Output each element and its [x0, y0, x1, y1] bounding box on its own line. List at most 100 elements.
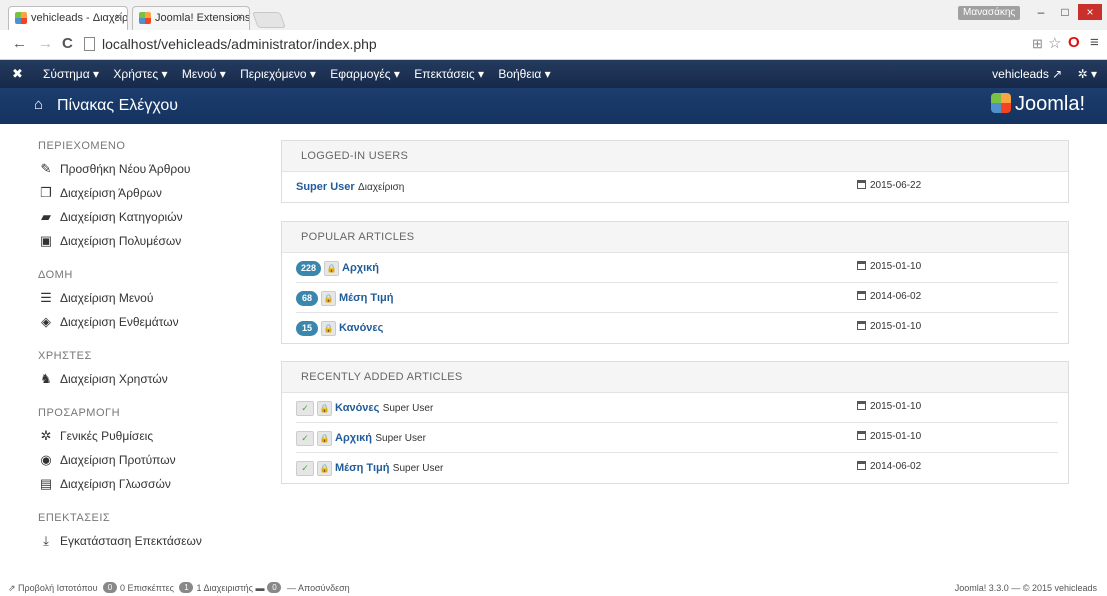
- sidebar-item-label: Διαχείριση Άρθρων: [60, 186, 162, 200]
- sidebar-item-articles[interactable]: ❐ Διαχείριση Άρθρων: [38, 184, 268, 208]
- sidebar: ΠΕΡΙΕΧΟΜΕΝΟ ✎ Προσθήκη Νέου Άρθρου ❐ Διαχε…: [38, 140, 268, 556]
- article-author: Super User: [392, 463, 444, 474]
- sidebar-item-menus[interactable]: ☰ Διαχείριση Μενού: [38, 289, 268, 313]
- article-link[interactable]: Κανόνες: [335, 402, 379, 414]
- tab-close-icon[interactable]: ×: [237, 7, 243, 29]
- published-check-icon[interactable]: ✓: [296, 401, 314, 416]
- bookmark-star-icon[interactable]: ☆: [1048, 34, 1061, 52]
- user-link[interactable]: Super User: [296, 181, 355, 193]
- joomla-favicon-icon: [15, 12, 27, 24]
- sidebar-item-label: Προσθήκη Νέου Άρθρου: [60, 162, 191, 176]
- menu-system[interactable]: Σύστημα ▾: [43, 67, 99, 81]
- article-link[interactable]: Κανόνες: [339, 322, 383, 334]
- joomla-brand-logo: Joomla!: [990, 93, 1085, 116]
- pencil-icon: ✎: [40, 161, 52, 176]
- admin-top-menu: ✖ Σύστημα ▾ Χρήστες ▾ Μενού ▾ Περιεχόμεν…: [0, 60, 1107, 88]
- date-cell: 2015-01-10: [857, 321, 921, 332]
- sidebar-item-label: Διαχείριση Προτύπων: [60, 453, 176, 467]
- maximize-button[interactable]: □: [1054, 4, 1076, 20]
- sidebar-section-title: ΕΠΕΚΤΑΣΕΙΣ: [38, 512, 111, 524]
- date-cell: 2015-01-10: [857, 431, 921, 442]
- date-cell: 2014-06-02: [857, 461, 921, 472]
- article-cell: ✓ 🔒 Κανόνες Super User: [296, 400, 433, 416]
- lock-icon: 🔒: [324, 261, 340, 276]
- new-tab-button[interactable]: [252, 12, 286, 28]
- sidebar-item-install-extensions[interactable]: ⤓ Εγκατάσταση Επεκτάσεων: [38, 532, 268, 556]
- calendar-icon: [857, 431, 866, 440]
- panel-title: POPULAR ARTICLES: [282, 222, 1068, 253]
- menu-content[interactable]: Περιεχόμενο ▾: [240, 67, 316, 81]
- sidebar-item-languages[interactable]: ▤ Διαχείριση Γλωσσών: [38, 475, 268, 499]
- date-cell: 2015-01-10: [857, 401, 921, 412]
- menu-help[interactable]: Βοήθεια ▾: [498, 67, 550, 81]
- sidebar-item-categories[interactable]: ▰ Διαχείριση Κατηγοριών: [38, 208, 268, 232]
- table-row: ✓ 🔒 Μέση Τιμή Super User 2014-06-02: [296, 453, 1058, 483]
- menu-users[interactable]: Χρήστες ▾: [113, 67, 167, 81]
- popular-articles-panel: POPULAR ARTICLES 228 🔒 Αρχική 2015-01-10 6…: [281, 221, 1069, 344]
- table-row: 228 🔒 Αρχική 2015-01-10: [296, 253, 1058, 283]
- sidebar-item-global-config[interactable]: ✲ Γενικές Ρυθμίσεις: [38, 427, 268, 451]
- joomla-logo-icon[interactable]: ✖: [12, 66, 23, 82]
- back-button[interactable]: ←: [12, 35, 27, 52]
- sidebar-item-label: Διαχείριση Χρηστών: [60, 372, 168, 386]
- table-row: 68 🔒 Μέση Τιμή 2014-06-02: [296, 283, 1058, 313]
- table-row: ✓ 🔒 Κανόνες Super User 2015-01-10: [296, 393, 1058, 423]
- article-cell: 68 🔒 Μέση Τιμή: [296, 290, 393, 306]
- browser-tab-extensions[interactable]: Joomla! Extensions Direct ×: [132, 6, 250, 30]
- sidebar-item-label: Διαχείριση Κατηγοριών: [60, 210, 183, 224]
- date-value: 2015-01-10: [870, 401, 922, 412]
- article-link[interactable]: Αρχική: [342, 262, 379, 274]
- reload-button[interactable]: C: [62, 35, 73, 52]
- recent-articles-panel: RECENTLY ADDED ARTICLES ✓ 🔒 Κανόνες Super …: [281, 361, 1069, 484]
- sidebar-item-modules[interactable]: ◈ Διαχείριση Ενθεμάτων: [38, 313, 268, 337]
- logout-link[interactable]: — Αποσύνδεση: [287, 583, 350, 593]
- published-check-icon[interactable]: ✓: [296, 431, 314, 446]
- calendar-icon: [857, 291, 866, 300]
- date-cell: 2015-06-22: [857, 180, 921, 191]
- page-icon: [84, 37, 95, 51]
- sidebar-item-users[interactable]: ♞ Διαχείριση Χρηστών: [38, 370, 268, 394]
- calendar-icon: [857, 180, 866, 189]
- menu-components[interactable]: Εφαρμογές ▾: [330, 67, 400, 81]
- sidebar-item-media[interactable]: ▣ Διαχείριση Πολυμέσων: [38, 232, 268, 256]
- browser-user-badge[interactable]: Μανασάκης: [958, 6, 1021, 20]
- menu-extensions[interactable]: Επεκτάσεις ▾: [414, 67, 484, 81]
- url-field[interactable]: localhost/vehicleads/administrator/index…: [84, 34, 1024, 54]
- menu-menus[interactable]: Μενού ▾: [182, 67, 226, 81]
- translate-icon[interactable]: ⊞: [1032, 36, 1043, 52]
- messages-icon: ▬: [255, 583, 265, 593]
- site-link[interactable]: vehicleads ↗: [992, 67, 1062, 81]
- calendar-icon: [857, 321, 866, 330]
- browser-tab-admin[interactable]: vehicleads - Διαχείριση - | ×: [8, 6, 128, 30]
- article-link[interactable]: Μέση Τιμή: [339, 292, 393, 304]
- brand-name: Joomla!: [1014, 93, 1085, 115]
- date-cell: 2014-06-02: [857, 291, 921, 302]
- opera-icon[interactable]: O: [1068, 34, 1080, 51]
- lock-icon: 🔒: [317, 401, 332, 416]
- article-link[interactable]: Μέση Τιμή: [335, 462, 389, 474]
- home-icon: ⌂: [34, 96, 44, 113]
- sidebar-section-title: ΔΟΜΗ: [38, 269, 73, 281]
- sidebar-item-templates[interactable]: ◉ Διαχείριση Προτύπων: [38, 451, 268, 475]
- gear-icon: ✲: [40, 428, 52, 443]
- published-check-icon[interactable]: ✓: [296, 461, 314, 476]
- forward-button[interactable]: →: [38, 35, 53, 52]
- calendar-icon: [857, 461, 866, 470]
- panel-title: RECENTLY ADDED ARTICLES: [282, 362, 1068, 393]
- calendar-icon: [857, 261, 866, 270]
- sidebar-item-add-article[interactable]: ✎ Προσθήκη Νέου Άρθρου: [38, 160, 268, 184]
- close-window-button[interactable]: ×: [1078, 4, 1102, 20]
- table-row: Super User Διαχείριση 2015-06-22: [296, 172, 1058, 202]
- user-settings-menu[interactable]: ✲ ▾: [1078, 67, 1097, 81]
- article-link[interactable]: Αρχική: [335, 432, 372, 444]
- tab-close-icon[interactable]: ×: [115, 7, 121, 29]
- minimize-button[interactable]: –: [1030, 4, 1052, 20]
- view-site-link[interactable]: ⇗ Προβολή Ιστοτόπου: [8, 583, 98, 593]
- article-author: Super User: [382, 403, 434, 414]
- joomla-logo-icon: [990, 93, 1011, 113]
- sidebar-item-label: Διαχείριση Μενού: [60, 291, 154, 305]
- browser-menu-icon[interactable]: ≡: [1090, 34, 1099, 51]
- browser-address-bar: ← → C localhost/vehicleads/administrator…: [0, 30, 1107, 60]
- date-value: 2015-01-10: [870, 321, 922, 332]
- list-icon: ☰: [40, 290, 52, 305]
